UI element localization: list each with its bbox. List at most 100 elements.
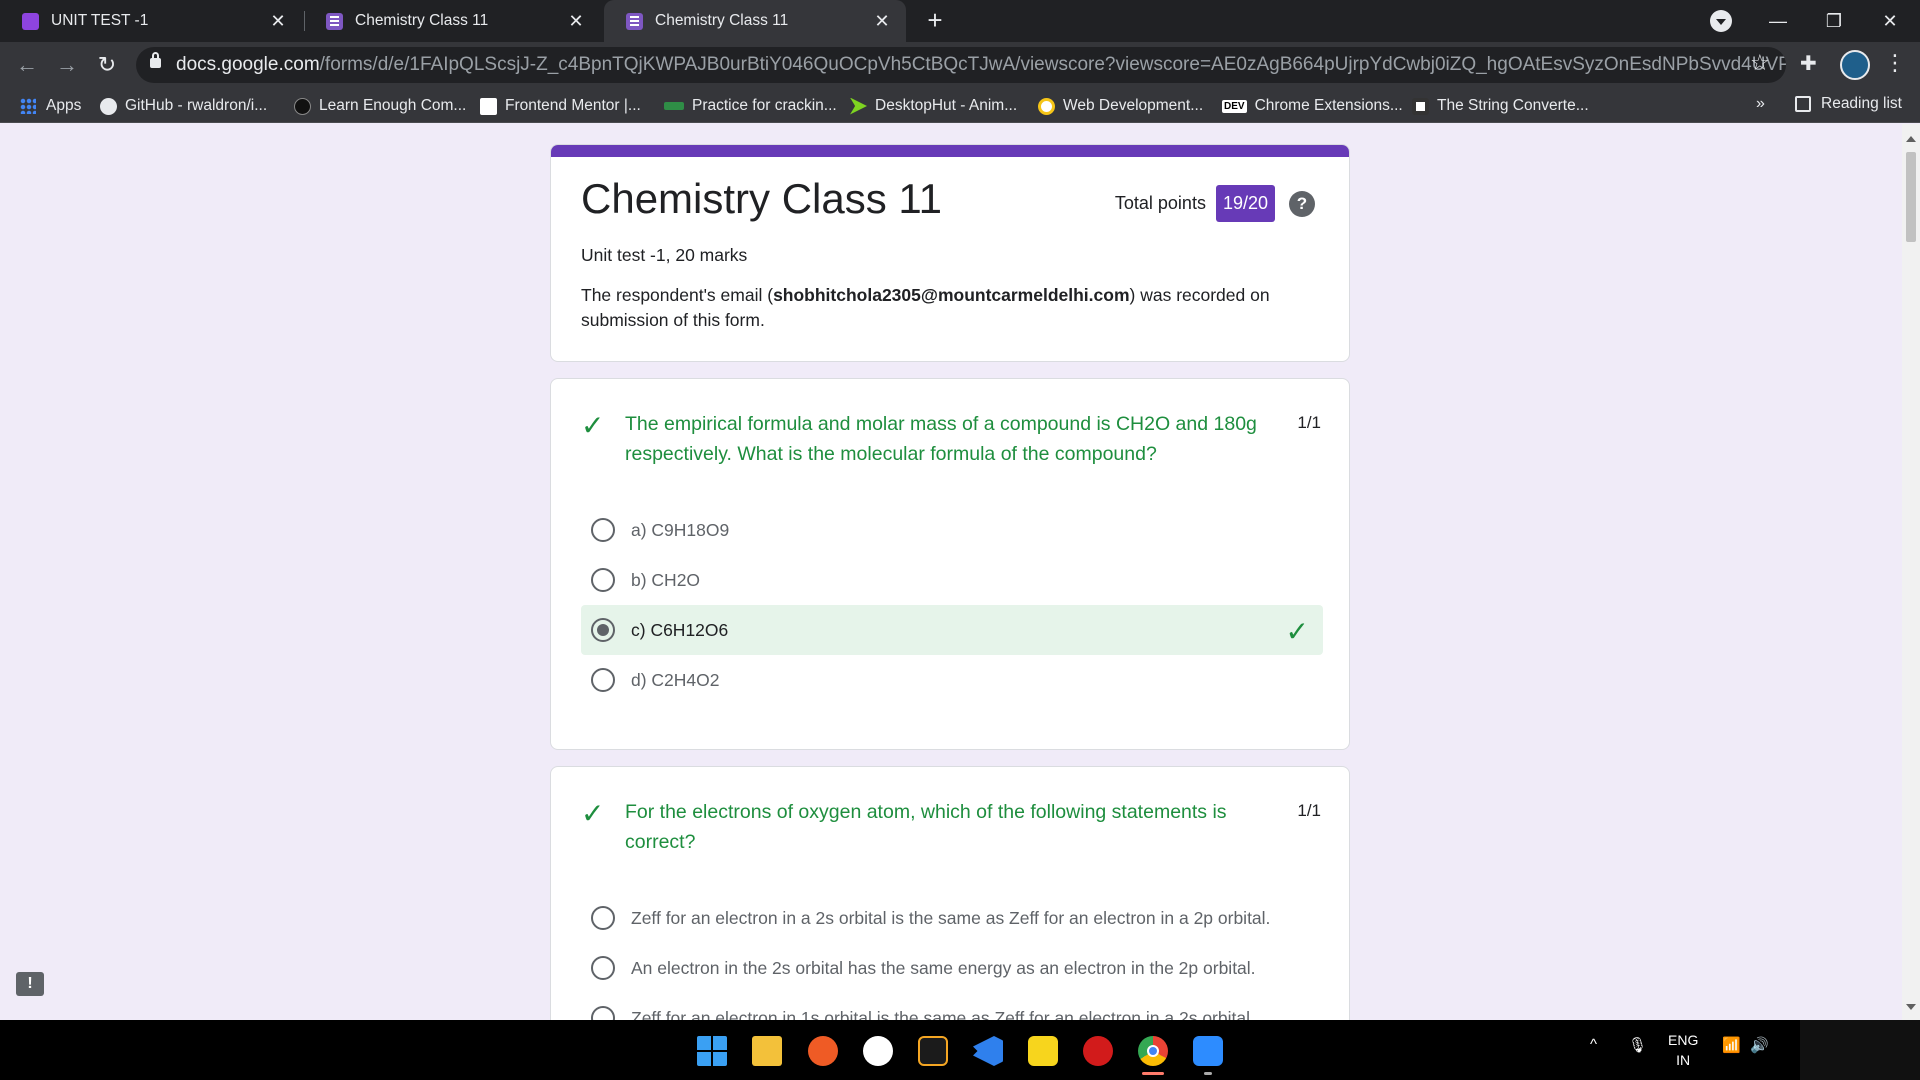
classroom-icon — [22, 12, 39, 30]
learn-enough-icon — [294, 97, 311, 115]
language-indicator[interactable]: ENG IN — [1668, 1030, 1698, 1070]
vscode-icon[interactable] — [973, 1036, 1003, 1066]
bookmark-star-icon[interactable]: ☆ — [1750, 50, 1770, 76]
bookmark-apps[interactable]: Apps — [20, 95, 81, 117]
tab-title: Chemistry Class 11 — [655, 12, 789, 29]
score-badge: 19/20 — [1215, 185, 1275, 222]
bookmark-label: GitHub - rwaldron/i... — [125, 97, 268, 114]
reload-icon[interactable]: ↻ — [92, 50, 122, 80]
web-dev-icon — [1038, 97, 1055, 115]
option-label: Zeff for an electron in a 2s orbital is … — [631, 907, 1271, 928]
radio-button — [591, 906, 615, 930]
tab-chemistry-2-active[interactable]: Chemistry Class 11 ✕ — [604, 0, 906, 42]
new-tab-button[interactable]: + — [920, 6, 950, 36]
forward-arrow-icon[interactable]: → — [52, 50, 82, 80]
postman-icon[interactable] — [808, 1036, 838, 1066]
minimize-button[interactable]: — — [1750, 0, 1806, 42]
bookmark-label: DesktopHut - Anim... — [875, 97, 1018, 114]
bookmark-label: Learn Enough Com... — [319, 97, 467, 114]
close-icon[interactable]: ✕ — [872, 11, 892, 32]
microphone-icon[interactable]: 🎙 — [1628, 1036, 1647, 1054]
radio-button — [591, 568, 615, 592]
bookmark-label: Apps — [46, 97, 82, 114]
chrome-icon[interactable] — [1138, 1036, 1168, 1066]
game-icon[interactable] — [1083, 1036, 1113, 1066]
radio-button — [591, 518, 615, 542]
profile-avatar[interactable] — [1840, 50, 1870, 80]
close-window-button[interactable]: ✕ — [1862, 0, 1918, 42]
tab-chemistry-1[interactable]: Chemistry Class 11 ✕ — [304, 0, 600, 42]
apps-grid-icon — [20, 98, 36, 114]
address-bar[interactable]: docs.google.com/forms/d/e/1FAIpQLScsjJ-Z… — [136, 47, 1786, 83]
radio-button — [591, 1006, 615, 1020]
option-label: Zeff for an electron in 1s orbital is th… — [631, 1007, 1255, 1021]
option-label: b) CH2O — [631, 569, 701, 590]
back-arrow-icon[interactable]: ← — [12, 50, 42, 80]
scroll-up-arrow-icon[interactable] — [1906, 136, 1916, 142]
desktophut-icon — [850, 97, 867, 115]
correct-check-icon: ✓ — [581, 410, 605, 441]
bookmarks-overflow-chevron[interactable]: » — [1756, 95, 1765, 113]
zoom-icon[interactable] — [1193, 1036, 1223, 1066]
chevron-up-icon[interactable]: ^ — [1590, 1036, 1597, 1053]
windows-start-icon[interactable] — [697, 1036, 727, 1066]
bookmark-learn-enough[interactable]: Learn Enough Com... — [294, 95, 466, 117]
option-c-selected-correct: c) C6H12O6 ✓ — [581, 605, 1323, 655]
scroll-down-arrow-icon[interactable] — [1906, 1004, 1916, 1010]
wifi-icon[interactable]: 📶 — [1722, 1036, 1741, 1054]
page-scrollbar[interactable] — [1902, 124, 1920, 1020]
bookmark-chrome-extensions[interactable]: DEV Chrome Extensions... — [1222, 95, 1403, 117]
question-card-1: ✓ The empirical formula and molar mass o… — [550, 378, 1350, 750]
bookmark-desktophut[interactable]: DesktopHut - Anim... — [850, 95, 1017, 117]
total-points: Total points 19/20 ? — [1115, 185, 1315, 222]
help-icon[interactable]: ? — [1289, 190, 1315, 217]
respondent-email: shobhitchola2305@mountcarmeldelhi.com — [773, 285, 1130, 305]
forms-icon — [626, 12, 643, 30]
reading-list-icon — [1795, 96, 1811, 112]
frontend-mentor-icon — [480, 97, 497, 115]
correct-check-icon: ✓ — [581, 798, 605, 829]
tab-strip: UNIT TEST -1 ✕ Chemistry Class 11 ✕ Chem… — [0, 0, 1920, 42]
github-icon — [100, 97, 117, 115]
url-host: docs.google.com — [176, 54, 320, 75]
accent-bar — [551, 145, 1349, 157]
options-list: a) C9H18O9 b) CH2O c) C6H12O6 ✓ d) C2H4O… — [581, 505, 1323, 705]
scrollbar-thumb[interactable] — [1906, 152, 1916, 242]
question-score: 1/1 — [1297, 801, 1321, 820]
report-feedback-icon[interactable]: ! — [16, 972, 44, 996]
tab-search-icon[interactable] — [1710, 10, 1732, 32]
bookmark-label: The String Converte... — [1437, 97, 1589, 114]
close-icon[interactable]: ✕ — [268, 11, 288, 32]
zoom-running-indicator — [1204, 1072, 1212, 1075]
clock-area[interactable] — [1800, 1020, 1920, 1080]
bookmark-frontend-mentor[interactable]: Frontend Mentor |... — [480, 95, 641, 117]
lang-line-2: IN — [1676, 1052, 1691, 1068]
tab-unit-test[interactable]: UNIT TEST -1 ✕ — [0, 0, 302, 42]
reading-list-button[interactable]: Reading list — [1795, 95, 1902, 113]
file-explorer-icon[interactable] — [752, 1036, 782, 1066]
radio-button-selected — [591, 618, 615, 642]
sticky-notes-icon[interactable] — [1028, 1036, 1058, 1066]
node-icon[interactable] — [863, 1036, 893, 1066]
close-icon[interactable]: ✕ — [566, 11, 586, 32]
option-3: Zeff for an electron in 1s orbital is th… — [581, 993, 1323, 1020]
email-note-prefix: The respondent's email ( — [581, 285, 774, 305]
speaker-icon[interactable]: 🔊 — [1750, 1036, 1769, 1054]
bookmark-label: Chrome Extensions... — [1254, 97, 1403, 114]
terminal-icon[interactable] — [918, 1036, 948, 1066]
email-note: The respondent's email (shobhitchola2305… — [581, 283, 1301, 333]
tab-title: Chemistry Class 11 — [355, 12, 489, 29]
bookmark-web-development[interactable]: Web Development... — [1038, 95, 1203, 117]
string-converter-icon — [1412, 97, 1429, 115]
option-label: An electron in the 2s orbital has the sa… — [631, 957, 1256, 978]
bookmark-github[interactable]: GitHub - rwaldron/i... — [100, 95, 267, 117]
browser-toolbar: ← → ↻ docs.google.com/forms/d/e/1FAIpQLS… — [0, 42, 1920, 88]
bookmark-practice[interactable]: Practice for crackin... — [664, 95, 837, 117]
forms-icon — [326, 12, 343, 30]
menu-kebab-icon[interactable]: ⋮ — [1884, 50, 1906, 76]
extensions-puzzle-icon[interactable]: ✚ — [1800, 51, 1817, 76]
bookmark-label: Practice for crackin... — [692, 97, 837, 114]
dev-icon: DEV — [1222, 99, 1247, 113]
bookmark-string-converter[interactable]: The String Converte... — [1412, 95, 1589, 117]
restore-button[interactable]: ❐ — [1806, 0, 1862, 42]
